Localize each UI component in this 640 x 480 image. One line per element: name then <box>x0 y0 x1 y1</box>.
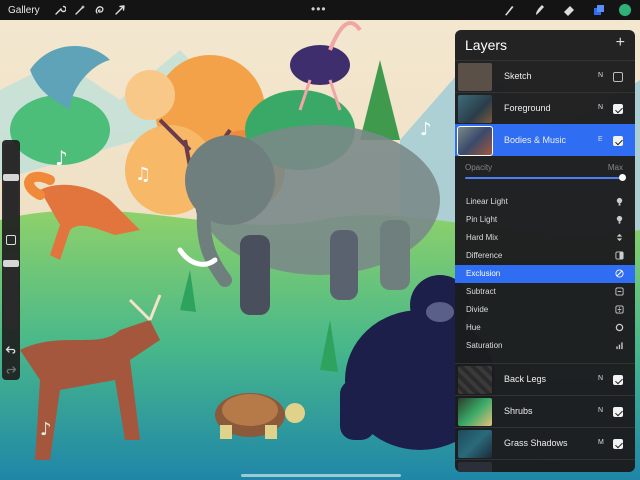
blend-mode-hard-mix[interactable]: Hard Mix <box>455 229 635 247</box>
layer-name: Foreground <box>504 103 551 113</box>
layer-visibility-checkbox[interactable] <box>613 375 623 385</box>
layer-thumbnail <box>458 398 492 426</box>
layers-panel: Layers + Sketch N Foreground N Bodies & … <box>455 30 635 472</box>
top-toolbar: Gallery ••• <box>0 0 640 20</box>
blend-mode-linear-light[interactable]: Linear Light <box>455 193 635 211</box>
selection-button[interactable] <box>90 0 110 20</box>
layer-blend-mode-button[interactable]: N <box>598 375 603 382</box>
layer-row-sketch[interactable]: Sketch N <box>455 60 635 92</box>
layer-row-shrubs[interactable]: Shrubs N <box>455 395 635 427</box>
blend-mode-exclusion[interactable]: Exclusion <box>455 265 635 283</box>
blend-mode-difference[interactable]: Difference <box>455 247 635 265</box>
layer-visibility-checkbox[interactable] <box>613 72 623 82</box>
layer-blend-mode-button[interactable]: N <box>598 72 603 79</box>
blend-mode-saturation[interactable]: Saturation <box>455 337 635 355</box>
actions-button[interactable] <box>50 0 70 20</box>
layers-icon <box>594 5 604 15</box>
adjustments-button[interactable] <box>70 0 90 20</box>
hard-mix-icon <box>616 233 623 242</box>
layer-name: Back Legs <box>504 374 547 384</box>
saturation-icon <box>616 342 623 350</box>
blend-mode-label: Saturation <box>466 341 503 350</box>
smudge-icon <box>536 5 544 15</box>
layer-thumbnail <box>458 95 492 123</box>
layer-thumbnail <box>458 430 492 458</box>
opacity-slider-thumb[interactable] <box>619 174 626 181</box>
layer-thumbnail <box>458 63 492 91</box>
blend-mode-divide[interactable]: Divide <box>455 301 635 319</box>
brush-size-slider[interactable] <box>4 144 18 219</box>
layer-row-foreground[interactable]: Foreground N <box>455 92 635 124</box>
smudge-tool-button[interactable] <box>524 0 554 20</box>
redo-icon[interactable] <box>5 364 17 376</box>
layer-blend-mode-button[interactable]: N <box>598 407 603 414</box>
gallery-button[interactable]: Gallery <box>8 5 40 16</box>
opacity-label: Opacity <box>465 163 493 172</box>
brush-size-thumb[interactable] <box>3 174 19 181</box>
layer-visibility-checkbox[interactable] <box>613 136 623 146</box>
blend-mode-label: Difference <box>466 251 503 260</box>
blend-mode-label: Linear Light <box>466 197 508 206</box>
layer-blend-mode-button[interactable]: N <box>598 104 603 111</box>
layer-name: Bodies & Music <box>504 135 567 145</box>
layer-row-bodies-music[interactable]: Bodies & Music E <box>455 124 635 156</box>
blend-mode-subtract[interactable]: Subtract <box>455 283 635 301</box>
brush-opacity-thumb[interactable] <box>3 260 19 267</box>
layer-name: Shrubs <box>504 406 533 416</box>
blend-mode-hue[interactable]: Hue <box>455 319 635 337</box>
svg-text:♫: ♫ <box>135 164 151 185</box>
left-sidebar <box>2 140 20 380</box>
brush-icon <box>505 6 514 16</box>
blend-mode-label: Subtract <box>466 287 496 296</box>
selection-icon <box>95 6 104 14</box>
layer-blend-mode-button[interactable]: M <box>598 439 604 446</box>
opacity-max-label: Max <box>607 163 623 172</box>
home-indicator <box>241 474 401 477</box>
opacity-slider[interactable] <box>465 177 623 179</box>
layer-thumbnail <box>457 126 493 156</box>
layer-visibility-checkbox[interactable] <box>613 439 623 449</box>
layer-thumbnail <box>458 462 492 472</box>
svg-text:♪: ♪ <box>55 146 68 170</box>
bulb-icon <box>616 197 623 206</box>
eraser-icon <box>564 6 574 16</box>
svg-text:♪: ♪ <box>420 119 432 140</box>
undo-icon[interactable] <box>5 344 17 356</box>
add-layer-button[interactable]: + <box>616 34 625 52</box>
layer-row-partial[interactable] <box>455 459 635 472</box>
more-options-button[interactable]: ••• <box>311 2 327 16</box>
svg-text:♪: ♪ <box>40 419 52 440</box>
blend-mode-label: Exclusion <box>466 269 501 278</box>
layer-row-back-legs[interactable]: Back Legs N <box>455 363 635 395</box>
magic-wand-icon <box>74 5 85 15</box>
blend-mode-label: Divide <box>466 305 489 314</box>
brush-tool-button[interactable] <box>494 0 524 20</box>
layer-row-grass-shadows[interactable]: Grass Shadows M <box>455 427 635 459</box>
transform-arrow-icon <box>114 5 125 15</box>
layer-name: Sketch <box>504 71 532 81</box>
eraser-tool-button[interactable] <box>554 0 584 20</box>
minus-square-icon <box>615 287 624 296</box>
layers-tool-button[interactable] <box>584 0 614 20</box>
layer-thumbnail <box>458 366 492 394</box>
layer-visibility-checkbox[interactable] <box>613 104 623 114</box>
layer-name: Grass Shadows <box>504 438 568 448</box>
blend-mode-label: Pin Light <box>466 215 498 224</box>
transform-button[interactable] <box>110 0 130 20</box>
layers-panel-title: Layers <box>465 37 508 53</box>
hue-icon <box>615 323 624 332</box>
layer-blend-mode-button[interactable]: E <box>598 136 603 143</box>
difference-icon <box>615 251 624 260</box>
bulb-icon <box>616 215 623 224</box>
blend-mode-pin-light[interactable]: Pin Light <box>455 211 635 229</box>
wrench-icon <box>54 5 66 15</box>
right-toolbar <box>494 0 640 20</box>
layer-visibility-checkbox[interactable] <box>613 407 623 417</box>
blend-mode-label: Hard Mix <box>466 233 499 242</box>
blend-mode-label: Hue <box>466 323 481 332</box>
exclusion-icon <box>615 269 624 278</box>
divide-square-icon <box>615 305 624 314</box>
modify-button[interactable] <box>6 235 16 245</box>
color-picker-button[interactable] <box>618 3 632 17</box>
